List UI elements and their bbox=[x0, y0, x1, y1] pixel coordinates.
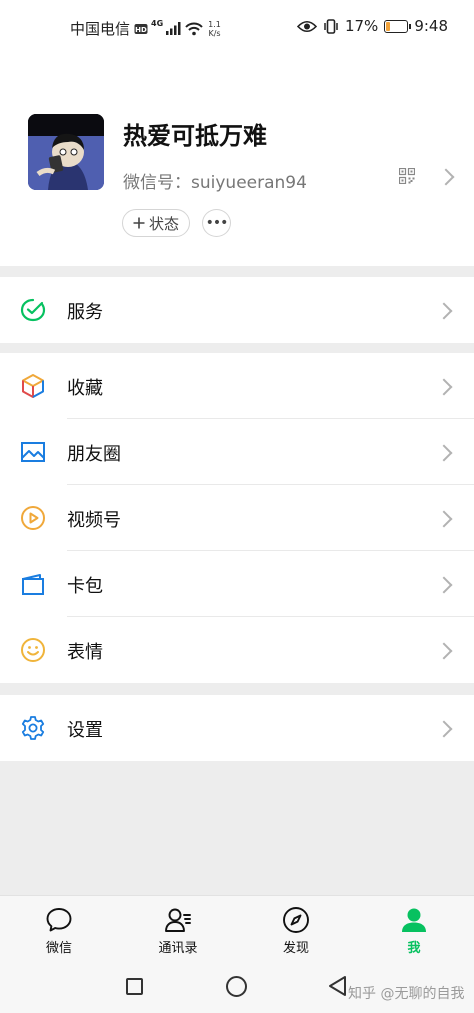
chat-bubble-icon bbox=[46, 908, 72, 932]
qr-code-icon[interactable] bbox=[399, 168, 415, 184]
eye-icon bbox=[296, 20, 317, 32]
back-button[interactable] bbox=[327, 975, 347, 997]
wifi-icon bbox=[185, 22, 203, 35]
hd-icon: HD bbox=[134, 23, 148, 34]
bottom-tab-bar: 微信 通讯录 发现 我 bbox=[0, 895, 474, 966]
chevron-right-icon bbox=[435, 576, 453, 594]
menu-label-stickers: 表情 bbox=[67, 642, 103, 663]
more-options-button[interactable]: ••• bbox=[202, 209, 231, 237]
menu-item-stickers[interactable]: 表情 bbox=[0, 617, 474, 683]
recents-button[interactable] bbox=[126, 978, 143, 995]
chevron-right-icon bbox=[435, 378, 453, 396]
battery-percent: 17% bbox=[344, 17, 379, 35]
menu-label-cards: 卡包 bbox=[67, 576, 103, 597]
profile-header: 热爱可抵万难 微信号：suiyueeran94 状态 ••• bbox=[0, 56, 474, 266]
chevron-right-icon bbox=[435, 510, 453, 528]
service-icon bbox=[20, 298, 46, 322]
settings-group: 设置 bbox=[0, 695, 474, 761]
battery-fill bbox=[386, 21, 391, 31]
tab-chats[interactable]: 微信 bbox=[19, 896, 99, 966]
gear-icon bbox=[21, 716, 45, 740]
tab-label-chats: 微信 bbox=[45, 941, 72, 956]
tab-label-contacts: 通讯录 bbox=[158, 941, 198, 956]
net-speed-value: 1.1 bbox=[208, 19, 221, 29]
carrier-label: 中国电信 bbox=[70, 20, 131, 38]
profile-chevron-icon[interactable] bbox=[437, 168, 455, 186]
signal-icon bbox=[166, 22, 181, 35]
person-icon bbox=[402, 908, 426, 932]
wallet-icon bbox=[22, 574, 44, 595]
svg-text:HD: HD bbox=[135, 26, 147, 34]
menu-label-settings: 设置 bbox=[67, 720, 103, 741]
plus-icon bbox=[133, 217, 145, 229]
home-button[interactable] bbox=[226, 976, 247, 997]
features-group: 收藏 朋友圈 视频号 卡包 表情 bbox=[0, 353, 474, 683]
avatar-illustration bbox=[28, 114, 104, 190]
menu-item-moments[interactable]: 朋友圈 bbox=[0, 419, 474, 485]
chevron-right-icon bbox=[435, 444, 453, 462]
wechat-id: 微信号：suiyueeran94 bbox=[123, 173, 307, 193]
service-group: 服务 bbox=[0, 277, 474, 343]
tab-contacts[interactable]: 通讯录 bbox=[138, 896, 218, 966]
menu-item-service[interactable]: 服务 bbox=[0, 277, 474, 343]
play-circle-icon bbox=[21, 506, 45, 530]
menu-label-service: 服务 bbox=[67, 302, 103, 323]
compass-icon bbox=[283, 907, 309, 933]
chevron-right-icon bbox=[435, 642, 453, 660]
menu-label-channels: 视频号 bbox=[67, 510, 121, 531]
system-nav-bar: 知乎 @无聊的自我 bbox=[0, 965, 474, 1013]
clock: 9:48 bbox=[414, 17, 448, 35]
cube-icon bbox=[22, 374, 44, 398]
tab-me[interactable]: 我 bbox=[374, 896, 454, 966]
menu-label-favorites: 收藏 bbox=[67, 378, 103, 399]
chevron-right-icon bbox=[435, 720, 453, 738]
watermark: 知乎 @无聊的自我 bbox=[348, 986, 465, 1002]
smiley-icon bbox=[21, 638, 45, 662]
avatar[interactable] bbox=[28, 114, 104, 190]
status-right: 17% 9:48 bbox=[296, 17, 448, 35]
net-speed: 1.1 K/s bbox=[208, 20, 221, 38]
tab-label-discover: 发现 bbox=[282, 941, 309, 956]
tab-label-me: 我 bbox=[407, 941, 421, 956]
menu-item-channels[interactable]: 视频号 bbox=[0, 485, 474, 551]
chevron-right-icon bbox=[435, 302, 453, 320]
status-left: 中国电信 HD 4G 1.1 K/s bbox=[70, 18, 221, 39]
menu-item-cards[interactable]: 卡包 bbox=[0, 551, 474, 617]
network-type: 4G bbox=[151, 19, 164, 28]
menu-item-favorites[interactable]: 收藏 bbox=[0, 353, 474, 419]
battery-icon bbox=[384, 19, 412, 33]
contacts-icon bbox=[165, 908, 191, 932]
menu-label-moments: 朋友圈 bbox=[67, 444, 121, 465]
status-button-label: 状态 bbox=[149, 214, 180, 233]
status-bar: 中国电信 HD 4G 1.1 K/s 17% 9:48 bbox=[0, 0, 474, 56]
status-button[interactable]: 状态 bbox=[122, 209, 191, 237]
tab-discover[interactable]: 发现 bbox=[256, 896, 336, 966]
menu-item-settings[interactable]: 设置 bbox=[0, 695, 474, 761]
more-dots-icon: ••• bbox=[205, 215, 229, 231]
image-icon bbox=[21, 442, 45, 462]
vibrate-icon bbox=[324, 18, 338, 34]
net-speed-unit: K/s bbox=[208, 28, 221, 38]
nickname: 热爱可抵万难 bbox=[123, 122, 267, 150]
